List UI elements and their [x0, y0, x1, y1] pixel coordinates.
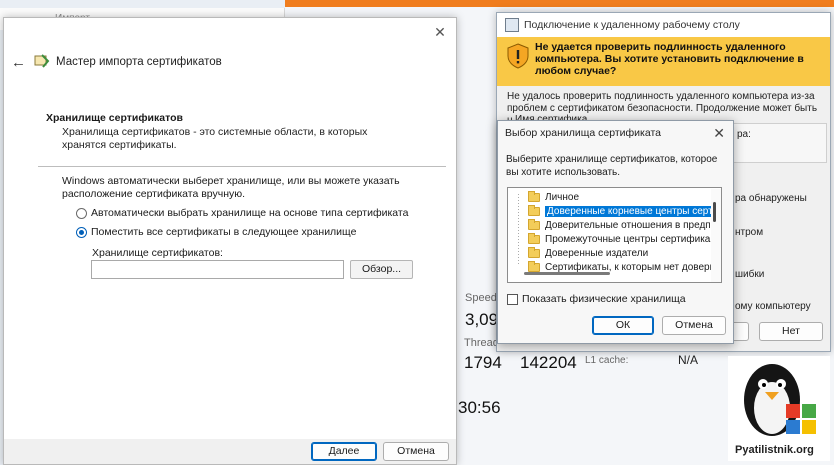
radio-manual-store[interactable]: Поместить все сертификаты в следующее хр… — [76, 225, 356, 239]
rdp-text-fragment: нтром — [735, 227, 764, 238]
folder-icon — [528, 233, 540, 244]
cancel-button[interactable]: Отмена — [383, 442, 449, 461]
rdp-text-fragment: ому компьютеру — [735, 301, 811, 312]
store-dialog-title: Выбор хранилища сертификата — [505, 127, 661, 139]
no-button[interactable]: Нет — [759, 322, 823, 341]
back-arrow-icon[interactable]: ← — [11, 54, 26, 71]
wizard-title: Мастер импорта сертификатов — [56, 56, 222, 68]
background-accent-strip — [285, 0, 834, 7]
store-field-label: Хранилище сертификатов: — [92, 247, 223, 259]
store-tree-item[interactable]: Доверительные отношения в предпри — [528, 219, 721, 232]
threads-value: 1794 — [464, 353, 502, 372]
section-title: Хранилище сертификатов — [46, 112, 183, 124]
folder-icon — [528, 205, 540, 216]
warning-shield-icon — [507, 43, 529, 69]
folder-icon — [528, 261, 540, 272]
warning-text: Не удается проверить подлинность удаленн… — [535, 41, 804, 77]
store-tree-item[interactable]: Личное — [528, 191, 579, 204]
certificate-import-wizard: ✕ ← Мастер импорта сертификатов Хранилищ… — [3, 17, 457, 465]
speed-value: 3,09 — [465, 310, 499, 329]
store-tree[interactable]: Личное Доверенные корневые центры сертиф… — [507, 187, 722, 283]
close-icon[interactable]: ✕ — [433, 25, 447, 39]
rdp-text-fragment: шибки — [735, 269, 765, 280]
penguin-logo-icon — [744, 364, 816, 436]
section-description: Хранилища сертификатов - это системные о… — [62, 126, 368, 151]
checkbox-box[interactable] — [507, 293, 518, 305]
radio-manual-store-label: Поместить все сертификаты в следующее хр… — [91, 226, 357, 238]
tree-guide-line — [518, 194, 519, 266]
store-selection-dialog: Выбор хранилища сертификата ✕ Выберите х… — [497, 120, 734, 344]
remote-desktop-icon — [505, 18, 519, 32]
next-button[interactable]: Далее — [311, 442, 377, 461]
divider — [38, 166, 446, 167]
folder-icon — [528, 219, 540, 230]
folder-icon — [528, 247, 540, 258]
horizontal-scroll-thumb[interactable] — [524, 272, 610, 275]
info-text: Windows автоматически выберет хранилище,… — [62, 175, 400, 200]
certificate-wizard-icon — [34, 54, 50, 68]
radio-auto-select-circle[interactable] — [76, 207, 87, 219]
cancel-button[interactable]: Отмена — [662, 316, 726, 335]
ok-button[interactable]: ОК — [592, 316, 654, 335]
show-physical-stores-checkbox[interactable]: Показать физические хранилища — [507, 293, 686, 305]
rdp-text-fragment: ра: — [737, 129, 751, 140]
radio-auto-select[interactable]: Автоматически выбрать хранилище на основ… — [76, 206, 408, 220]
handles-value: 142204 — [520, 353, 577, 372]
rdp-title: Подключение к удаленному рабочему столу — [524, 19, 740, 31]
watermark-text: Pyatilistnik.org — [735, 444, 814, 456]
radio-auto-select-label: Автоматически выбрать хранилище на основ… — [91, 207, 409, 219]
rdp-text-fragment: ра обнаружены — [735, 193, 807, 204]
close-icon[interactable]: ✕ — [713, 125, 725, 142]
show-physical-stores-label: Показать физические хранилища — [522, 293, 686, 305]
l1-cache-label: L1 cache: — [585, 355, 629, 366]
radio-manual-store-circle[interactable] — [76, 226, 87, 238]
store-tree-item[interactable]: Доверенные издатели — [528, 247, 648, 260]
store-tree-item-selected[interactable]: Доверенные корневые центры сертиф — [528, 205, 721, 218]
store-field[interactable] — [91, 260, 344, 279]
vertical-scroll-thumb[interactable] — [713, 202, 716, 222]
speed-label: Speed — [465, 292, 497, 304]
browse-button[interactable]: Обзор... — [350, 260, 413, 279]
store-dialog-prompt: Выберите хранилище сертификатов, которое… — [506, 154, 718, 178]
l1-cache-value: N/A — [678, 353, 699, 367]
store-tree-item[interactable]: Промежуточные центры сертификаци — [528, 233, 721, 246]
folder-icon — [528, 191, 540, 202]
uptime-value: 30:56 — [458, 398, 501, 417]
